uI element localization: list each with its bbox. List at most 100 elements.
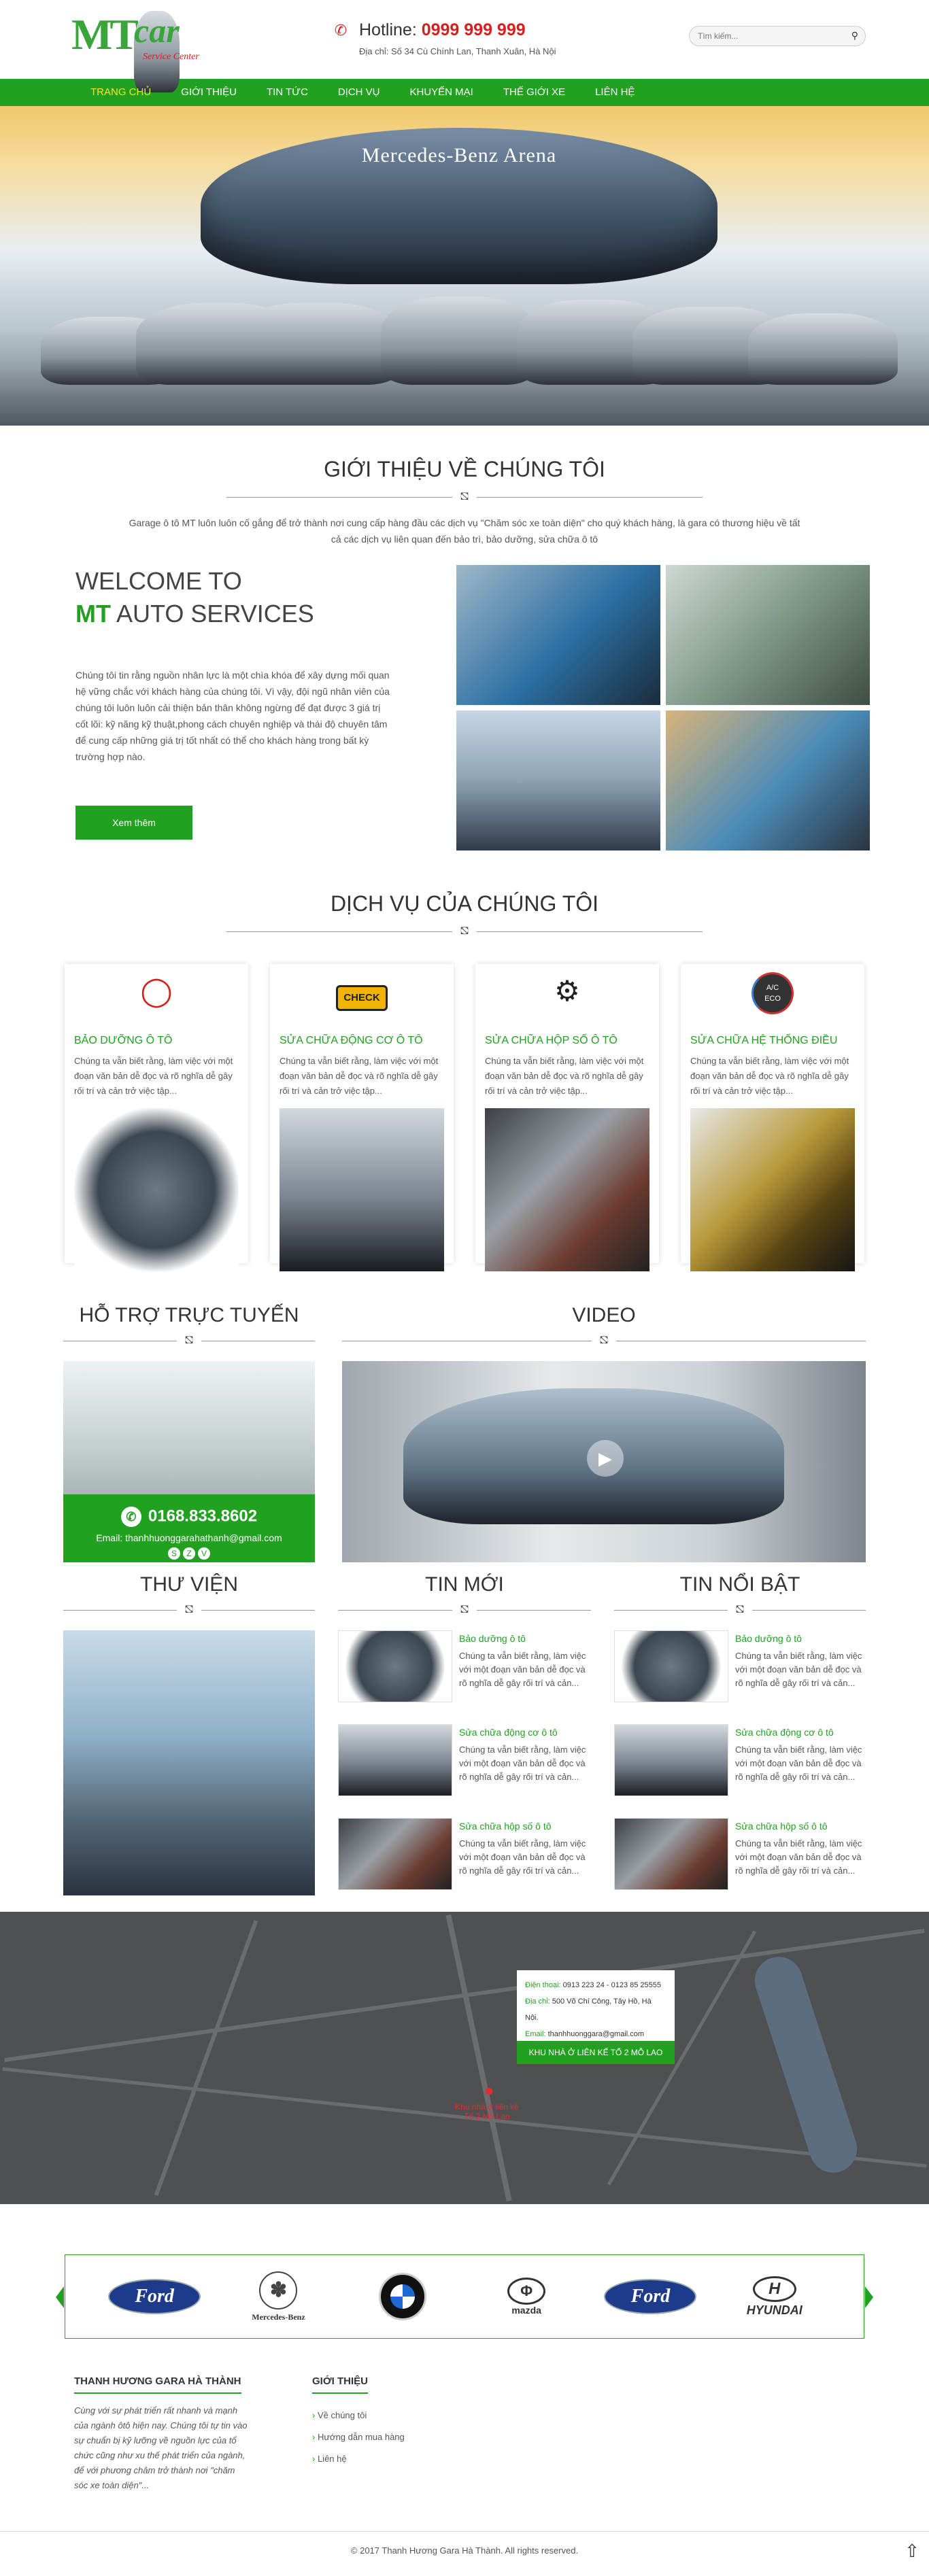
news-item-title[interactable]: Sửa chữa hộp số ô tô <box>459 1821 588 1832</box>
list-item[interactable]: Sửa chữa hộp số ô tô Chúng ta vẫn biết rằ… <box>338 1818 591 1904</box>
featured-item-title[interactable]: Sửa chữa hộp số ô tô <box>735 1821 864 1832</box>
viber-icon[interactable]: V <box>198 1547 210 1560</box>
brand-mercedes[interactable]: ✽ Mercedes-Benz <box>231 2271 326 2322</box>
list-item[interactable]: Sửa chữa động cơ ô tô Chúng ta vẫn biết r… <box>338 1724 591 1810</box>
footer-link-guide[interactable]: Hướng dẫn mua hàng <box>312 2426 405 2448</box>
map-phone-label: Điện thoại: <box>525 1981 561 1989</box>
welcome-line1: WELCOME TO <box>75 567 242 595</box>
brand-carousel: Ford ✽ Mercedes-Benz Φmazda Ford H HYUNDAI <box>56 2254 873 2339</box>
featured-thumb[interactable] <box>614 1818 728 1890</box>
brand-ford-2[interactable]: Ford <box>603 2273 698 2320</box>
support-email[interactable]: Email: thanhhuonggarahathanh@gmail.com <box>63 1532 315 1543</box>
car-icon: ⛞ <box>592 1334 616 1347</box>
news-item-title[interactable]: Bảo dưỡng ô tô <box>459 1633 588 1644</box>
featured-thumb[interactable] <box>614 1630 728 1702</box>
map-pin-icon[interactable]: ● <box>484 2082 494 2101</box>
search-box: ⚲ <box>689 26 866 46</box>
nav-item-car-world[interactable]: Thế giới xe <box>488 79 580 106</box>
list-item[interactable]: Bảo dưỡng ô tô Chúng ta vẫn biết rằng, là… <box>614 1630 866 1716</box>
about-heading: Giới thiệu về chúng tôi <box>324 457 605 481</box>
footer: Thanh Hương Gara Hà Thành Cùng với sự ph… <box>63 2375 866 2493</box>
video-title: Video <box>572 1304 636 1326</box>
read-more-button[interactable]: Xem thêm <box>75 806 192 840</box>
bmw-logo <box>378 2273 426 2320</box>
support-phone[interactable]: 0168.833.8602 <box>148 1507 257 1525</box>
services-heading: Dịch vụ của chúng tôi <box>330 891 599 916</box>
map-road <box>154 1919 258 2197</box>
footer-link-contact[interactable]: Liên hệ <box>312 2448 405 2470</box>
zalo-icon[interactable]: Z <box>183 1547 195 1560</box>
news-item-desc: Chúng ta vẫn biết rằng, làm việc với một… <box>459 1838 586 1876</box>
service-card[interactable]: ◯ Bảo dưỡng ô tô Chúng ta vẫn biết rằng,… <box>65 964 248 1271</box>
news-thumb[interactable] <box>338 1724 452 1796</box>
divider: ⛞ <box>63 1602 315 1617</box>
service-title[interactable]: Sửa chữa hộp số ô tô <box>485 1035 649 1047</box>
map-marker-label[interactable]: KHU NHÀ Ở LIÊN KẾ TỔ 2 MỖ LAO <box>517 2041 675 2064</box>
library-image[interactable] <box>63 1630 315 1895</box>
services-title: Dịch vụ của chúng tôi ⛞ <box>63 891 866 938</box>
video-player[interactable]: ▶ <box>342 1361 866 1562</box>
footer-link-about[interactable]: Về chúng tôi <box>312 2405 405 2426</box>
car-image <box>231 303 401 385</box>
service-title[interactable]: Bảo dưỡng ô tô <box>74 1035 239 1047</box>
list-item[interactable]: Sửa chữa động cơ ô tô Chúng ta vẫn biết r… <box>614 1724 866 1810</box>
footer-about-text: Cùng với sự phát triển rất nhanh và mạnh… <box>74 2405 248 2490</box>
carousel-next-arrow[interactable] <box>865 2286 873 2308</box>
nav-item-services[interactable]: Dịch vụ <box>323 79 395 106</box>
mazda-logo-icon: Φ <box>507 2278 546 2305</box>
search-input[interactable] <box>690 27 839 46</box>
logo[interactable]: MT car Service Center <box>71 10 235 92</box>
nav-item-news[interactable]: Tin tức <box>252 79 323 106</box>
play-icon[interactable]: ▶ <box>587 1440 624 1477</box>
arena-image: Mercedes-Benz Arena <box>201 128 717 284</box>
brand-ford[interactable]: Ford <box>107 2273 202 2320</box>
service-title[interactable]: Sửa chữa hệ thống điều <box>690 1035 855 1047</box>
service-card[interactable]: A/C ECO Sửa chữa hệ thống điều Chúng ta v… <box>681 964 864 1271</box>
gearbox-image <box>485 1108 649 1271</box>
main-nav: Trang chủ Giới thiệu Tin tức Dịch vụ Khu… <box>0 79 929 106</box>
gallery-image-vw[interactable] <box>666 565 870 705</box>
google-map[interactable]: Điện thoại: 0913 223 24 - 0123 85 25555 … <box>0 1912 929 2204</box>
nav-item-contact[interactable]: Liên hệ <box>580 79 649 106</box>
brand-bmw[interactable] <box>355 2273 450 2320</box>
hotline-number[interactable]: 0999 999 999 <box>422 20 526 39</box>
gallery-image-bmw[interactable] <box>456 565 660 705</box>
hero-banner: Mercedes-Benz Arena <box>0 106 929 426</box>
skype-icon[interactable]: S <box>168 1547 180 1560</box>
footer-about-title: Thanh Hương Gara Hà Thành <box>74 2375 241 2394</box>
featured-item-desc: Chúng ta vẫn biết rằng, làm việc với một… <box>735 1651 862 1688</box>
nav-item-home[interactable]: Trang chủ <box>75 79 166 106</box>
welcome-text-col: WELCOME TO MT AUTO SERVICES Chúng tôi ti… <box>63 565 392 851</box>
logo-subtitle: Service Center <box>143 52 199 62</box>
gallery-image-bmw-road[interactable] <box>666 710 870 851</box>
brand-mazda[interactable]: Φmazda <box>479 2273 574 2320</box>
news-thumb[interactable] <box>338 1818 452 1890</box>
gallery-image-lexus[interactable] <box>456 710 660 851</box>
ford-logo: Ford <box>108 2279 201 2314</box>
list-item[interactable]: Sửa chữa hộp số ô tô Chúng ta vẫn biết rằ… <box>614 1818 866 1904</box>
featured-title: Tin nổi bật <box>679 1573 800 1596</box>
phone-icon: ✆ <box>120 1507 141 1527</box>
back-to-top-icon[interactable]: ⇧ <box>905 2532 919 2570</box>
service-title[interactable]: Sửa chữa động cơ ô tô <box>280 1035 444 1047</box>
service-card[interactable]: CHECK Sửa chữa động cơ ô tô Chúng ta vẫn… <box>270 964 454 1271</box>
nav-item-about[interactable]: Giới thiệu <box>166 79 252 106</box>
featured-item-title[interactable]: Sửa chữa động cơ ô tô <box>735 1727 864 1738</box>
nav-item-promotions[interactable]: Khuyến mại <box>394 79 488 106</box>
search-icon[interactable]: ⚲ <box>851 30 858 41</box>
featured-item-title[interactable]: Bảo dưỡng ô tô <box>735 1633 864 1644</box>
list-item[interactable]: Bảo dưỡng ô tô Chúng ta vẫn biết rằng, là… <box>338 1630 591 1716</box>
brand-hyundai[interactable]: H HYUNDAI <box>727 2273 822 2320</box>
service-desc: Chúng ta vẫn biết rằng, làm việc với một… <box>74 1056 233 1096</box>
news-row: Thư viện ⛞ Tin mới ⛞ Bảo dưỡng ô tô Chúng… <box>63 1573 866 1912</box>
carousel-prev-arrow[interactable] <box>56 2286 64 2308</box>
map-phone[interactable]: 0913 223 24 - 0123 85 25555 <box>563 1981 661 1989</box>
news-item-title[interactable]: Sửa chữa động cơ ô tô <box>459 1727 588 1738</box>
welcome-heading: WELCOME TO MT AUTO SERVICES <box>75 565 392 630</box>
map-email[interactable]: thanhhuonggara@gmail.com <box>548 2030 644 2038</box>
service-card[interactable]: ⚙ Sửa chữa hộp số ô tô Chúng ta vẫn biết… <box>475 964 659 1271</box>
news-thumb[interactable] <box>338 1630 452 1702</box>
featured-thumb[interactable] <box>614 1724 728 1796</box>
hotline-label: Hotline: <box>359 20 417 39</box>
car-icon: ⛞ <box>452 925 477 938</box>
